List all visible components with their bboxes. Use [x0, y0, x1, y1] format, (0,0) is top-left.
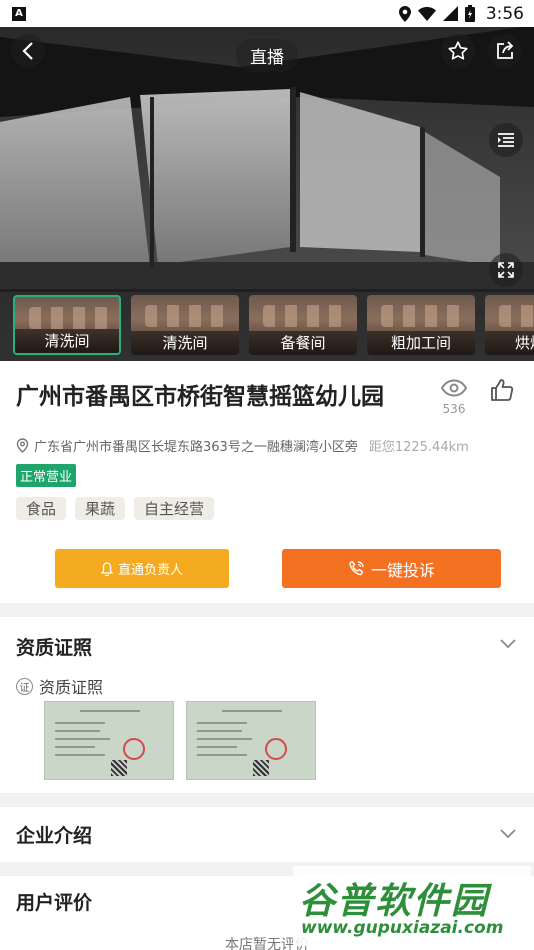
store-tag: 食品: [16, 497, 67, 520]
watermark: 谷普软件园 www.gupuxiazai.com: [293, 866, 531, 946]
contact-manager-label: 直通负责人: [117, 563, 183, 578]
license-image[interactable]: [44, 701, 174, 780]
favorite-button[interactable]: [441, 34, 475, 68]
phone-icon: [349, 560, 364, 576]
company-intro-section[interactable]: 企业介绍: [0, 807, 534, 862]
camera-label: 烘焙间: [485, 331, 534, 355]
location-pin-icon: [16, 438, 29, 453]
license-section: 资质证照 证 资质证照: [0, 617, 534, 793]
store-address: 广东省广州市番禺区长堤东路363号之一融穗澜湾小区旁 距您1225.44km: [16, 436, 469, 455]
live-label: 直播: [236, 39, 298, 72]
expand-icon: [498, 262, 514, 278]
camera-thumbnail[interactable]: 烘焙间: [485, 295, 534, 355]
license-section-title: 资质证照: [16, 637, 93, 659]
license-subheading: 证 资质证照: [16, 674, 103, 698]
business-status-badge: 正常营业: [16, 464, 77, 487]
distance-text: 距您1225.44km: [368, 440, 469, 455]
fullscreen-button[interactable]: [489, 253, 523, 287]
share-button[interactable]: [488, 34, 522, 68]
contact-manager-button[interactable]: 直通负责人: [55, 549, 229, 588]
chevron-left-icon: [22, 42, 33, 60]
bell-icon: [100, 561, 113, 576]
status-bar: A 3:56: [0, 0, 534, 27]
watermark-url: www.gupuxiazai.com: [301, 918, 504, 938]
camera-label: 清洗间: [131, 331, 239, 355]
page: A 3:56 直播 清洗间 清洗间 备餐间 粗加工间 烘 广州市番禺区市桥街智慧…: [0, 0, 534, 950]
location-icon: [398, 5, 411, 22]
camera-thumbnail-strip: 清洗间 清洗间 备餐间 粗加工间 烘焙间: [0, 289, 534, 361]
chevron-down-icon[interactable]: [500, 829, 516, 839]
camera-label: 粗加工间: [367, 331, 475, 355]
store-tag: 果蔬: [75, 497, 126, 520]
wifi-icon: [417, 6, 436, 21]
license-sub-label: 资质证照: [39, 678, 104, 697]
address-text: 广东省广州市番禺区长堤东路363号之一融穗澜湾小区旁: [34, 440, 358, 455]
camera-thumbnail[interactable]: 备餐间: [249, 295, 357, 355]
back-button[interactable]: [11, 34, 45, 68]
certificate-icon: 证: [16, 677, 33, 695]
eye-icon: [440, 379, 468, 397]
camera-thumbnail[interactable]: 粗加工间: [367, 295, 475, 355]
watermark-brand: 谷普软件园: [299, 881, 490, 922]
camera-thumbnail[interactable]: 清洗间: [13, 295, 121, 355]
signal-icon: [442, 6, 458, 21]
complain-button[interactable]: 一键投诉: [282, 549, 501, 588]
store-name: 广州市番禺区市桥街智慧摇篮幼儿园: [16, 384, 384, 410]
notification-icon: A: [12, 6, 26, 21]
store-info-card: 广州市番禺区市桥街智慧摇篮幼儿园 536 广东省广州市番禺区长堤东路363号之一…: [0, 361, 534, 603]
license-image[interactable]: [186, 701, 316, 780]
reviews-section-title: 用户评价: [16, 892, 93, 914]
camera-thumbnail[interactable]: 清洗间: [131, 295, 239, 355]
camera-label: 清洗间: [15, 329, 119, 353]
camera-label: 备餐间: [249, 331, 357, 355]
view-count-value: 536: [442, 402, 466, 416]
star-icon: [448, 41, 468, 60]
playlist-button[interactable]: [489, 123, 523, 157]
like-button[interactable]: [490, 379, 514, 405]
list-icon: [498, 133, 514, 147]
store-tags: 食品 果蔬 自主经营: [16, 497, 215, 520]
company-section-title: 企业介绍: [16, 825, 93, 847]
complain-label: 一键投诉: [370, 560, 435, 580]
battery-icon: [464, 5, 475, 22]
share-icon: [497, 41, 514, 59]
live-video[interactable]: 直播 清洗间 清洗间 备餐间 粗加工间 烘焙间: [0, 27, 534, 361]
chevron-down-icon[interactable]: [500, 639, 516, 649]
thumbs-up-icon: [491, 379, 514, 401]
view-count: 536: [438, 379, 470, 416]
clock: 3:56: [485, 3, 524, 24]
store-tag: 自主经营: [134, 497, 215, 520]
